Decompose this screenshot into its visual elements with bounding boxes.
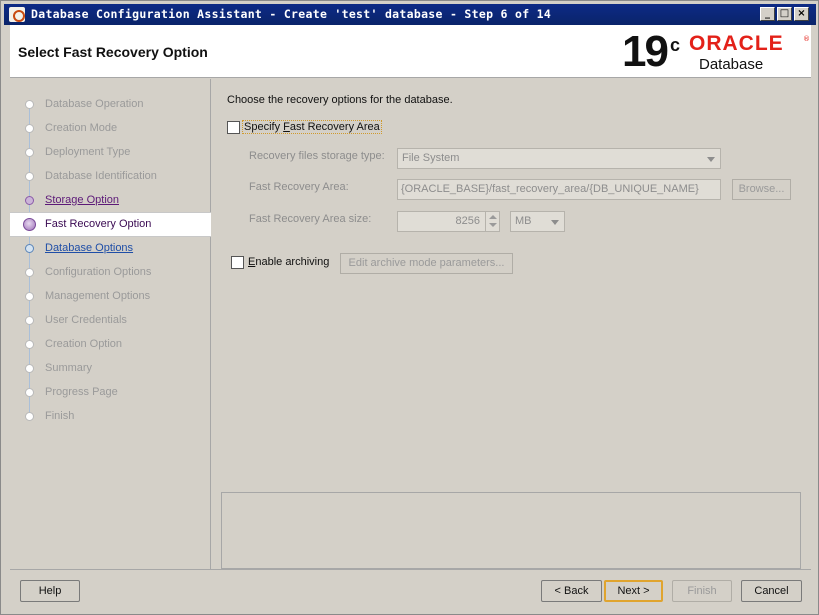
step-visited-icon: [25, 196, 34, 205]
fra-size-unit-select: MB: [510, 211, 565, 232]
back-button[interactable]: < Back: [541, 580, 602, 602]
fra-size-value: 8256: [455, 215, 480, 227]
finish-button: Finish: [672, 580, 732, 602]
mnemonic-char: F: [283, 121, 290, 133]
nav-step-database-options[interactable]: Database Options: [10, 237, 211, 261]
nav-step-label: Progress Page: [45, 386, 118, 398]
step-indicator-icon: [25, 100, 34, 109]
nav-step-creation-mode: Creation Mode: [10, 117, 211, 141]
step-navigator: Database Operation Creation Mode Deploym…: [10, 79, 211, 569]
nav-step-creation-option: Creation Option: [10, 333, 211, 357]
nav-step-label: Database Operation: [45, 98, 144, 110]
storage-type-value: File System: [402, 152, 460, 164]
label-prefix: Specify: [244, 121, 284, 133]
logo-product: Database: [699, 56, 764, 73]
fra-location-field: {ORACLE_BASE}/fast_recovery_area/{DB_UNI…: [397, 179, 721, 200]
chevron-down-icon: [707, 157, 715, 162]
logo-version-suffix: c: [670, 35, 681, 55]
edit-archive-params-button: Edit archive mode parameters...: [340, 253, 513, 274]
maximize-button[interactable]: □: [777, 7, 792, 21]
nav-step-progress-page: Progress Page: [10, 381, 211, 405]
footer-divider: [10, 569, 811, 570]
logo-brand: ORACLE: [689, 32, 784, 55]
nav-step-label: Creation Option: [45, 338, 123, 350]
nav-step-fast-recovery-option: Fast Recovery Option: [10, 212, 211, 237]
window-title: Database Configuration Assistant - Creat…: [31, 7, 552, 21]
nav-step-label[interactable]: Storage Option: [45, 194, 119, 206]
enable-archiving-checkbox[interactable]: [231, 256, 244, 269]
specify-fra-checkbox[interactable]: [227, 121, 240, 134]
nav-step-label: Summary: [45, 362, 93, 374]
label-suffix: ast Recovery Area: [289, 121, 380, 133]
close-button[interactable]: ×: [794, 7, 809, 21]
nav-step-label: Configuration Options: [45, 266, 152, 278]
oracle-19c-logo: 19 c ORACLE ® Database: [622, 27, 810, 76]
step-indicator-icon: [25, 268, 34, 277]
nav-step-label: User Credentials: [45, 314, 127, 326]
fra-size-unit-value: MB: [515, 215, 532, 227]
step-indicator-icon: [25, 172, 34, 181]
cancel-button[interactable]: Cancel: [741, 580, 802, 602]
spinner-buttons: [485, 212, 499, 231]
title-bar: Database Configuration Assistant - Creat…: [4, 4, 816, 25]
step-indicator-icon: [25, 412, 34, 421]
step-indicator-icon: [25, 124, 34, 133]
storage-type-select: File System: [397, 148, 721, 169]
dbca-window: Database Configuration Assistant - Creat…: [0, 0, 819, 615]
header-banner: Select Fast Recovery Option 19 c ORACLE …: [10, 25, 811, 78]
step-indicator-icon: [25, 148, 34, 157]
chevron-down-icon: [551, 220, 559, 225]
nav-step-configuration-options: Configuration Options: [10, 261, 211, 285]
enable-archiving-label[interactable]: Enable archiving: [248, 256, 329, 268]
nav-step-label: Creation Mode: [45, 122, 118, 134]
step-current-icon: [23, 218, 36, 231]
label-suffix: nable archiving: [255, 256, 330, 268]
message-area: [221, 492, 801, 569]
help-button[interactable]: Help: [20, 580, 80, 602]
step-indicator-icon: [25, 316, 34, 325]
nav-step-database-identification: Database Identification: [10, 165, 211, 189]
nav-step-label: Deployment Type: [45, 146, 131, 158]
nav-step-database-operation: Database Operation: [10, 93, 211, 117]
next-button[interactable]: Next >: [604, 580, 663, 602]
spinner-down-icon: [489, 223, 497, 227]
nav-step-label: Database Identification: [45, 170, 157, 182]
fra-size-spinner: 8256: [397, 211, 500, 232]
nav-step-management-options: Management Options: [10, 285, 211, 309]
step-next-icon: [25, 244, 34, 253]
nav-step-deployment-type: Deployment Type: [10, 141, 211, 165]
specify-fra-label[interactable]: Specify Fast Recovery Area: [242, 120, 382, 134]
logo-version: 19: [622, 27, 669, 76]
java-app-icon: [9, 7, 25, 22]
nav-step-label[interactable]: Database Options: [45, 242, 133, 254]
nav-step-finish: Finish: [10, 405, 211, 429]
nav-step-label: Management Options: [45, 290, 151, 302]
step-indicator-icon: [25, 388, 34, 397]
nav-step-label: Fast Recovery Option: [45, 218, 152, 230]
fra-size-label: Fast Recovery Area size:: [249, 213, 372, 225]
fra-location-label: Fast Recovery Area:: [249, 181, 349, 193]
spinner-up-icon: [489, 215, 497, 219]
browse-button: Browse...: [732, 179, 791, 200]
minimize-button[interactable]: _: [760, 7, 775, 21]
nav-step-summary: Summary: [10, 357, 211, 381]
nav-step-label: Finish: [45, 410, 75, 422]
step-indicator-icon: [25, 340, 34, 349]
logo-registered-mark: ®: [803, 35, 810, 43]
storage-type-label: Recovery files storage type:: [249, 150, 385, 162]
fast-recovery-panel: Choose the recovery options for the data…: [212, 79, 811, 569]
instruction-text: Choose the recovery options for the data…: [227, 94, 453, 106]
step-indicator-icon: [25, 364, 34, 373]
nav-step-user-credentials: User Credentials: [10, 309, 211, 333]
nav-step-storage-option[interactable]: Storage Option: [10, 189, 211, 213]
page-title: Select Fast Recovery Option: [18, 44, 208, 60]
step-indicator-icon: [25, 292, 34, 301]
